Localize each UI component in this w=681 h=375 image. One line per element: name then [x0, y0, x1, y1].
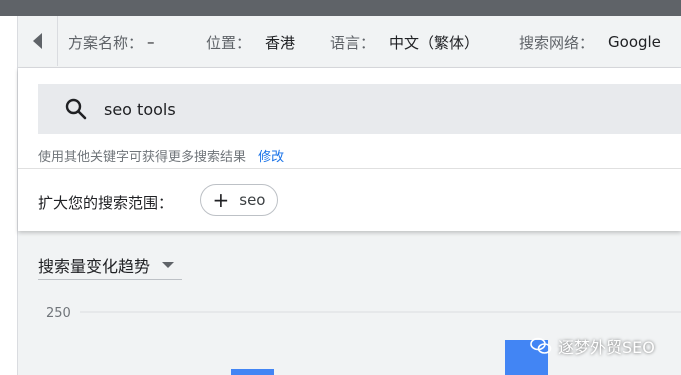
search-input[interactable]: seo tools [38, 84, 681, 134]
search-hint-text: 使用其他关键字可获得更多搜索结果 [38, 150, 247, 165]
plan-header: 方案名称： – 位置： 香港 语言： 中文（繁体） 搜索网络： Google [18, 16, 681, 68]
watermark-text: 逐梦外贸SEO [558, 338, 655, 357]
network-label: 搜索网络： [519, 33, 595, 52]
search-icon [65, 98, 87, 120]
left-panel-edge [0, 16, 18, 375]
trend-dropdown-label: 搜索量变化趋势 [38, 256, 151, 276]
language-field[interactable]: 语言： 中文（繁体） [330, 16, 479, 68]
plan-name-value: – [147, 33, 155, 51]
network-value: Google [608, 33, 661, 51]
chart-bar [231, 369, 274, 375]
plan-name-field[interactable]: 方案名称： – [68, 16, 155, 68]
language-label: 语言： [330, 33, 376, 52]
y-tick-label: 250 [46, 306, 71, 321]
location-label: 位置： [206, 33, 252, 52]
modify-link[interactable]: 修改 [258, 150, 284, 165]
chip-label: seo [239, 191, 266, 209]
location-field[interactable]: 位置： 香港 [206, 16, 295, 68]
trend-dropdown[interactable]: 搜索量变化趋势 [38, 250, 182, 280]
plan-name-label: 方案名称： [68, 33, 144, 52]
caret-down-icon [162, 261, 175, 268]
language-value: 中文（繁体） [389, 33, 480, 52]
chevron-left-icon [33, 33, 42, 49]
top-bar [0, 0, 681, 16]
wechat-icon [530, 337, 552, 354]
search-volume-chart: 250 [46, 306, 681, 375]
watermark: 逐梦外贸SEO [530, 334, 655, 358]
add-keyword-chip[interactable]: + seo [200, 184, 278, 216]
expand-search-label: 扩大您的搜索范围： [38, 194, 174, 212]
search-panel: seo tools 使用其他关键字可获得更多搜索结果 修改 扩大您的搜索范围： … [18, 68, 681, 231]
divider [18, 168, 681, 169]
back-button[interactable] [18, 16, 58, 66]
search-query: seo tools [104, 99, 176, 119]
network-field[interactable]: 搜索网络： Google [519, 16, 661, 68]
location-value: 香港 [265, 33, 296, 52]
search-hint: 使用其他关键字可获得更多搜索结果 修改 [38, 146, 284, 165]
plus-icon: + [212, 188, 230, 212]
